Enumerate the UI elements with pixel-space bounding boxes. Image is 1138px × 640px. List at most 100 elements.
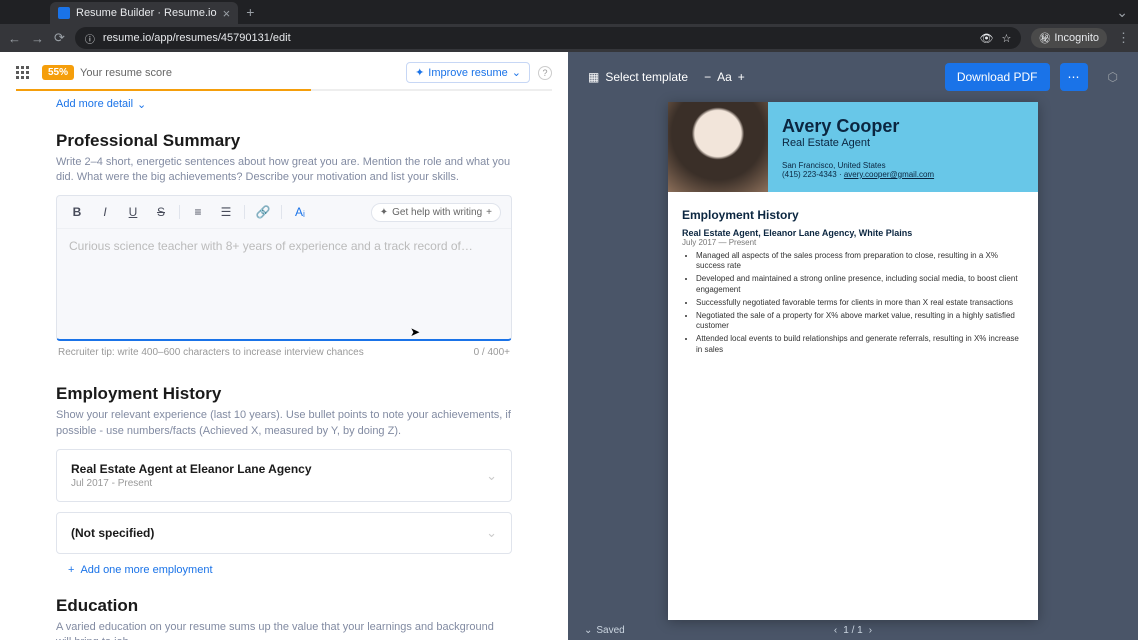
app: 55% Your resume score ✦ Improve resume ⌄… bbox=[0, 52, 1138, 640]
browser-toolbar: ← → ⟳ ⓘ resume.io/app/resumes/45790131/e… bbox=[0, 24, 1138, 52]
page-indicator: 1 / 1 bbox=[843, 625, 862, 636]
employment-item-title: Real Estate Agent at Eleanor Lane Agency bbox=[71, 462, 486, 476]
editor-header: 55% Your resume score ✦ Improve resume ⌄… bbox=[0, 52, 568, 89]
editor-pane: 55% Your resume score ✦ Improve resume ⌄… bbox=[0, 52, 568, 640]
chevron-down-icon: ⌄ bbox=[137, 98, 146, 111]
resume-header: Avery Cooper Real Estate Agent San Franc… bbox=[668, 102, 1038, 192]
summary-footer: Recruiter tip: write 400–600 characters … bbox=[56, 341, 512, 364]
incognito-label: Incognito bbox=[1054, 32, 1099, 44]
resume-bullets: Managed all aspects of the sales process… bbox=[682, 251, 1024, 356]
rte-toolbar: B I U S ≡ ☰ 🔗 Aᵢ ✦ Get help with writing… bbox=[57, 196, 511, 229]
italic-button[interactable]: I bbox=[95, 202, 115, 222]
resume-bullet: Successfully negotiated favorable terms … bbox=[696, 298, 1024, 309]
char-count: 0 / 400+ bbox=[474, 347, 510, 358]
preview-footer: ⌄ Saved ‹ 1 / 1 › bbox=[568, 620, 1138, 640]
employment-item[interactable]: (Not specified) ⌄ bbox=[56, 512, 512, 554]
chevron-down-icon: ⌄ bbox=[512, 66, 521, 79]
help-icon[interactable]: ? bbox=[538, 66, 552, 80]
summary-desc: Write 2–4 short, energetic sentences abo… bbox=[56, 155, 512, 186]
resume-role: Real Estate Agent bbox=[782, 137, 934, 149]
url-text: resume.io/app/resumes/45790131/edit bbox=[103, 32, 291, 44]
more-menu-button[interactable]: ⋯ bbox=[1060, 63, 1088, 91]
apps-grid-icon[interactable] bbox=[16, 66, 30, 80]
separator bbox=[179, 205, 180, 219]
resume-location: San Francisco, United States bbox=[782, 161, 934, 170]
separator bbox=[244, 205, 245, 219]
resume-preview: Avery Cooper Real Estate Agent San Franc… bbox=[668, 102, 1038, 620]
resume-job-dates: July 2017 — Present bbox=[682, 238, 1024, 247]
font-increase-button[interactable]: + bbox=[738, 70, 745, 84]
ordered-list-button[interactable]: ≡ bbox=[188, 202, 208, 222]
url-bar[interactable]: ⓘ resume.io/app/resumes/45790131/edit 👁 … bbox=[75, 27, 1021, 49]
resume-contact: (415) 223-4343 · avery.cooper@gmail.com bbox=[782, 170, 934, 179]
resume-emp-heading: Employment History bbox=[682, 208, 1024, 222]
add-more-detail-link[interactable]: Add more detail ⌄ bbox=[56, 98, 146, 111]
forward-icon[interactable]: → bbox=[31, 31, 44, 46]
new-tab-button[interactable]: + bbox=[246, 4, 254, 20]
education-title: Education bbox=[56, 596, 512, 616]
chevron-down-icon[interactable]: ⌄ bbox=[486, 468, 497, 484]
add-employment-label: Add one more employment bbox=[80, 564, 212, 576]
improve-resume-button[interactable]: ✦ Improve resume ⌄ bbox=[406, 62, 530, 83]
resume-body: Employment History Real Estate Agent, El… bbox=[668, 192, 1038, 374]
employment-item-title: (Not specified) bbox=[71, 526, 486, 540]
education-desc: A varied education on your resume sums u… bbox=[56, 620, 512, 640]
select-template-button[interactable]: ▦ Select template bbox=[588, 70, 688, 84]
summary-textarea[interactable]: Curious science teacher with 8+ years of… bbox=[57, 229, 511, 339]
tab-close-icon[interactable]: × bbox=[223, 6, 231, 21]
employment-title: Employment History bbox=[56, 384, 512, 404]
get-help-writing-button[interactable]: ✦ Get help with writing + bbox=[371, 203, 501, 222]
help-writing-label: Get help with writing bbox=[392, 207, 482, 218]
saved-label: Saved bbox=[596, 625, 624, 636]
next-page-button[interactable]: › bbox=[869, 625, 872, 636]
employment-desc: Show your relevant experience (last 10 y… bbox=[56, 408, 512, 439]
incognito-icon: ㊙ bbox=[1039, 30, 1050, 46]
employment-item-main: Real Estate Agent at Eleanor Lane Agency… bbox=[71, 462, 486, 489]
saved-indicator: ⌄ Saved bbox=[584, 625, 625, 636]
unordered-list-button[interactable]: ☰ bbox=[216, 202, 236, 222]
tab-favicon bbox=[58, 7, 70, 19]
ai-button[interactable]: Aᵢ bbox=[290, 202, 310, 222]
back-icon[interactable]: ← bbox=[8, 31, 21, 46]
resume-bullet: Negotiated the sale of a property for X%… bbox=[696, 311, 1024, 333]
resume-photo bbox=[668, 102, 768, 192]
settings-icon[interactable]: ⬡ bbox=[1108, 70, 1118, 84]
add-employment-link[interactable]: + Add one more employment bbox=[56, 564, 512, 576]
font-decrease-button[interactable]: − bbox=[704, 70, 711, 84]
browser-tab[interactable]: Resume Builder · Resume.io × bbox=[50, 2, 238, 24]
resume-bullet: Attended local events to build relations… bbox=[696, 334, 1024, 356]
pager: ‹ 1 / 1 › bbox=[834, 625, 872, 636]
score-label: Your resume score bbox=[80, 67, 172, 79]
reload-icon[interactable]: ⟳ bbox=[54, 30, 65, 46]
employment-item-dates: Jul 2017 - Present bbox=[71, 478, 486, 489]
chevron-down-icon[interactable]: ⌄ bbox=[1116, 4, 1128, 21]
employment-item[interactable]: Real Estate Agent at Eleanor Lane Agency… bbox=[56, 449, 512, 502]
preview-header: ▦ Select template − Aa + Download PDF ⋯ … bbox=[568, 52, 1138, 102]
employment-item-main: (Not specified) bbox=[71, 526, 486, 540]
resume-header-text: Avery Cooper Real Estate Agent San Franc… bbox=[768, 102, 948, 192]
resume-email: avery.cooper@gmail.com bbox=[844, 170, 934, 179]
link-button[interactable]: 🔗 bbox=[253, 202, 273, 222]
chevron-down-icon[interactable]: ⌄ bbox=[486, 525, 497, 541]
editor-content: Add more detail ⌄ Professional Summary W… bbox=[0, 91, 568, 640]
strike-button[interactable]: S bbox=[151, 202, 171, 222]
eye-off-icon[interactable]: 👁 bbox=[980, 32, 994, 45]
chevron-down-icon: ⌄ bbox=[584, 625, 592, 636]
underline-button[interactable]: U bbox=[123, 202, 143, 222]
browser-chrome: Resume Builder · Resume.io × + ⌄ ← → ⟳ ⓘ… bbox=[0, 0, 1138, 52]
select-template-label: Select template bbox=[605, 70, 688, 84]
star-icon[interactable]: ☆ bbox=[1001, 32, 1011, 45]
prev-page-button[interactable]: ‹ bbox=[834, 625, 837, 636]
tab-title: Resume Builder · Resume.io bbox=[76, 7, 217, 19]
sparkle-icon: ✦ bbox=[380, 207, 388, 218]
font-size-control: − Aa + bbox=[704, 70, 745, 84]
summary-editor: B I U S ≡ ☰ 🔗 Aᵢ ✦ Get help with writing… bbox=[56, 195, 512, 341]
summary-title: Professional Summary bbox=[56, 131, 512, 151]
sparkle-icon: ✦ bbox=[415, 66, 424, 79]
bold-button[interactable]: B bbox=[67, 202, 87, 222]
site-info-icon[interactable]: ⓘ bbox=[85, 31, 95, 46]
download-pdf-button[interactable]: Download PDF bbox=[945, 63, 1050, 91]
kebab-menu-icon[interactable]: ⋮ bbox=[1117, 30, 1130, 46]
tab-bar: Resume Builder · Resume.io × + ⌄ bbox=[0, 0, 1138, 24]
score-badge: 55% bbox=[42, 65, 74, 80]
